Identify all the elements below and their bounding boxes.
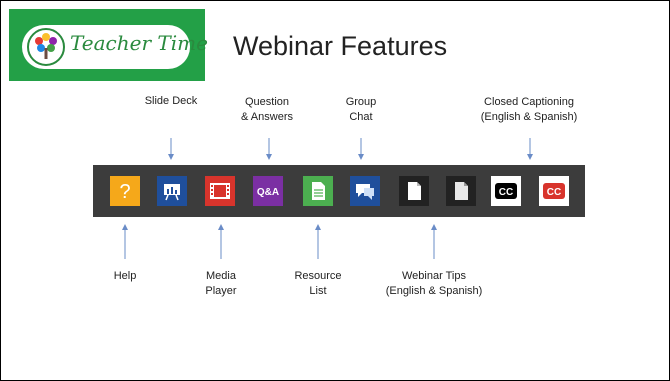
page-icon [399, 176, 429, 206]
label-group-chat: Group Chat [345, 96, 377, 123]
webinar-tips-english-button[interactable] [399, 176, 429, 206]
film-icon [205, 176, 235, 206]
slide-deck-button[interactable] [157, 176, 187, 206]
media-player-button[interactable] [205, 176, 235, 206]
group-chat-button[interactable] [350, 176, 380, 206]
cc-spanish-text: CC [547, 187, 561, 198]
label-media-player: Media Player [205, 270, 237, 297]
help-icon: ? [110, 176, 140, 206]
slide: Teacher Time Webinar Features Slide Deck… [0, 0, 670, 381]
webinar-tips-spanish-button[interactable] [446, 176, 476, 206]
help-button[interactable]: ? [110, 176, 140, 206]
closed-captioning-spanish-button[interactable]: CC [539, 176, 569, 206]
qa-icon: Q&A [253, 176, 283, 206]
label-webinar-tips: Webinar Tips (English & Spanish) [385, 270, 483, 297]
document-icon [303, 176, 333, 206]
webinar-toolbar: ? Q&A CC CC [93, 165, 585, 217]
cc-text: CC [499, 187, 513, 198]
label-qa: Question & Answers [241, 96, 293, 123]
label-closed-captioning: Closed Captioning (English & Spanish) [480, 96, 578, 123]
label-slide-deck: Slide Deck [144, 95, 198, 107]
label-resource-list: Resource List [294, 270, 342, 297]
qa-button[interactable]: Q&A [253, 176, 283, 206]
page-icon [446, 176, 476, 206]
qa-text: Q&A [257, 187, 279, 198]
help-glyph: ? [119, 181, 130, 203]
presentation-icon [157, 176, 187, 206]
cc-icon: CC [491, 176, 521, 206]
closed-captioning-english-button[interactable]: CC [491, 176, 521, 206]
cc-spanish-icon: CC [539, 176, 569, 206]
resource-list-button[interactable] [303, 176, 333, 206]
chat-icon [350, 176, 380, 206]
label-help: Help [113, 270, 137, 282]
